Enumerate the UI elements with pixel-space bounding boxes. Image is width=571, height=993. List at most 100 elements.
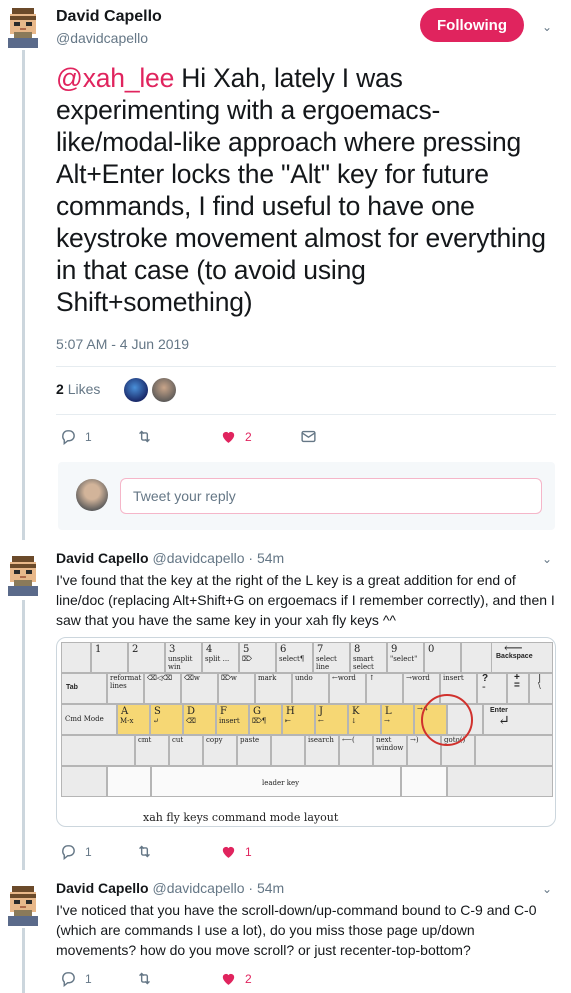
keyboard-key: Finsert <box>216 704 249 735</box>
keyboard-key: H ⇤ <box>282 704 315 735</box>
tweet-actions: 1 2 <box>56 428 556 448</box>
keyboard-key: isearch <box>305 735 339 766</box>
shift-key <box>475 735 553 766</box>
retweet-icon <box>139 845 150 858</box>
keyboard-key: D ⌫ <box>183 704 216 735</box>
leader-key: leader key <box>151 766 401 797</box>
keyboard-key: G ⌦¶ <box>249 704 282 735</box>
keyboard-key <box>447 766 553 797</box>
chevron-down-icon[interactable]: ⌄ <box>542 882 556 896</box>
keyboard-key: 7 select line <box>313 642 350 673</box>
reply-author[interactable]: David Capello @davidcapello · 54m <box>56 550 284 566</box>
reply-icon <box>62 845 75 860</box>
tweet-text: @xah_lee Hi Xah, lately I was experiment… <box>56 62 566 318</box>
keyboard-key: cut <box>169 735 203 766</box>
envelope-icon <box>301 430 316 443</box>
reply-text: I've found that the key at the right of … <box>56 572 555 628</box>
tweet-actions: 1 2 <box>56 970 556 990</box>
keyboard-key: ? - <box>477 673 507 704</box>
tweet-body: Hi Xah, lately I was experimenting with … <box>56 63 546 317</box>
backspace-key: ⟵ Backspace <box>491 642 553 673</box>
highlight-circle <box>421 694 473 746</box>
mention-link[interactable]: @xah_lee <box>56 63 174 93</box>
keyboard-key: undo <box>292 673 329 704</box>
retweet-icon <box>139 430 150 443</box>
image-caption: xah fly keys command mode layout <box>143 811 339 824</box>
keyboard-key: ↑ <box>366 673 403 704</box>
liker-avatar[interactable] <box>124 378 148 402</box>
keyboard-key: + = <box>507 673 529 704</box>
user-avatar[interactable] <box>76 479 108 511</box>
divider <box>56 366 556 367</box>
author-avatar[interactable] <box>6 886 40 926</box>
retweet-button[interactable] <box>136 843 161 860</box>
keyboard-key: reformat lines <box>107 673 144 704</box>
enter-key: Enter ↵ <box>483 704 553 735</box>
thread-line-top <box>22 50 25 540</box>
keyboard-key: paste <box>237 735 271 766</box>
keyboard-key: 4 split ... <box>202 642 239 673</box>
dm-button[interactable] <box>300 428 325 445</box>
like-button[interactable]: 2 <box>220 970 252 987</box>
author-avatar[interactable] <box>6 8 40 48</box>
keyboard-key: mark <box>255 673 292 704</box>
keyboard-key: ⟵( <box>339 735 373 766</box>
shift-key <box>61 735 135 766</box>
heart-icon <box>222 973 235 985</box>
keyboard-key: | \ <box>529 673 553 704</box>
keyboard-key <box>61 766 107 797</box>
reply-input[interactable]: Tweet your reply <box>120 478 542 514</box>
thread-line-mid <box>22 600 25 870</box>
keyboard-key: 6 select¶ <box>276 642 313 673</box>
keyboard-key: cmt <box>135 735 169 766</box>
likes-count[interactable]: 2 Likes <box>56 381 100 397</box>
keyboard-key: K ↓ <box>348 704 381 735</box>
chevron-down-icon[interactable]: ⌄ <box>542 20 556 34</box>
retweet-icon <box>139 972 150 985</box>
keyboard-key: L → <box>381 704 414 735</box>
keyboard-key: copy <box>203 735 237 766</box>
keyboard-key: 1 <box>91 642 128 673</box>
author-avatar[interactable] <box>6 556 40 596</box>
like-button[interactable]: 2 <box>220 428 252 445</box>
keyboard-key: 8 smart select <box>350 642 387 673</box>
keyboard-key: 5 ⌦ <box>239 642 276 673</box>
retweet-button[interactable] <box>136 970 161 987</box>
divider <box>56 414 556 415</box>
reply-author[interactable]: David Capello @davidcapello · 54m <box>56 880 284 896</box>
reply-button[interactable]: 1 <box>60 843 92 860</box>
author-name[interactable]: David Capello <box>56 8 162 26</box>
keyboard-key: A M-x <box>117 704 150 735</box>
tweet-timestamp[interactable]: 5:07 AM - 4 Jun 2019 <box>56 336 189 352</box>
keyboard-key <box>271 735 305 766</box>
tweet-actions: 1 1 <box>56 843 556 863</box>
liker-avatar[interactable] <box>152 378 176 402</box>
keyboard-layout-image[interactable]: 1 2 3 unsplit win 4 split ... 5 ⌦ 6 select¶ 7 selec… <box>56 637 556 827</box>
chevron-down-icon[interactable]: ⌄ <box>542 552 556 566</box>
keyboard-key <box>401 766 447 797</box>
heart-icon <box>222 846 235 858</box>
cmd-mode-key: Cmd Mode <box>61 704 117 735</box>
tab-key: Tab <box>61 673 107 704</box>
keyboard-key: ⌦w <box>218 673 255 704</box>
keyboard-key: ⌫◁⌫ <box>144 673 181 704</box>
keyboard-diagram: 1 2 3 unsplit win 4 split ... 5 ⌦ 6 select¶ 7 selec… <box>61 642 553 802</box>
reply-icon <box>62 972 75 987</box>
following-button[interactable]: Following <box>420 8 524 42</box>
reply-text: I've noticed that you have the scroll-do… <box>56 902 537 958</box>
thread-line-bottom <box>22 928 25 993</box>
keyboard-key: ⌫w <box>181 673 218 704</box>
keyboard-key: 9 "select" <box>387 642 424 673</box>
keyboard-key: next window <box>373 735 407 766</box>
reply-button[interactable]: 1 <box>60 428 92 445</box>
reply-button[interactable]: 1 <box>60 970 92 987</box>
retweet-button[interactable] <box>136 428 161 445</box>
like-button[interactable]: 1 <box>220 843 252 860</box>
reply-icon <box>62 430 75 445</box>
keyboard-key: 0 <box>424 642 461 673</box>
heart-icon <box>222 431 235 443</box>
keyboard-key <box>107 766 151 797</box>
keyboard-key: J ← <box>315 704 348 735</box>
keyboard-key: ←word <box>329 673 366 704</box>
author-handle[interactable]: @davidcapello <box>56 30 148 46</box>
